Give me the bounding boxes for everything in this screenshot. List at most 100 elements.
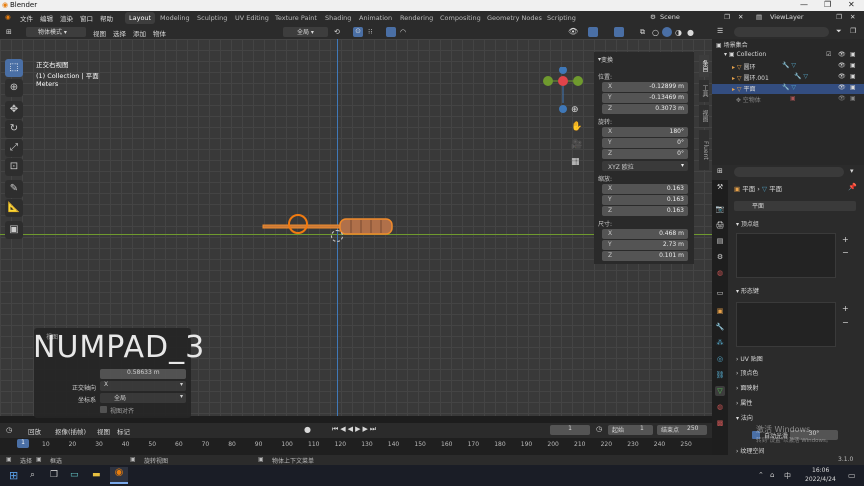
render-tab-icon[interactable]: 📷 — [715, 204, 725, 214]
add-cube-tool-icon[interactable]: ▣ — [5, 221, 23, 239]
section-face-maps[interactable]: › 面映射 — [732, 383, 858, 394]
eye-icon[interactable]: 👁 — [838, 95, 846, 102]
blender-menu-icon[interactable]: ◉ — [5, 13, 11, 21]
scale-tool-icon[interactable]: ⤢ — [5, 139, 23, 157]
section-vertex-colors[interactable]: › 顶点色 — [732, 368, 858, 379]
tab-rendering[interactable]: Rendering — [396, 12, 437, 24]
mesh-name-field[interactable]: 平面 — [734, 201, 856, 211]
outliner-item-plane[interactable]: ▸ ▽ 平面 🔧 ▽ 👁 ▣ — [712, 84, 864, 94]
rotation-y-field[interactable]: Y 0° — [602, 138, 688, 148]
dropdown-icon[interactable]: ▾ — [850, 167, 854, 175]
falloff-icon[interactable]: ◠ — [400, 28, 406, 36]
end-frame-field[interactable]: 结束点 250 — [657, 425, 707, 435]
delete-view-layer-icon[interactable]: ✕ — [850, 13, 855, 21]
tab-uv-editing[interactable]: UV Editing — [231, 12, 273, 24]
texture-tab-icon[interactable]: ▩ — [715, 418, 725, 428]
tab-layout[interactable]: Layout — [125, 12, 156, 24]
physics-tab-icon[interactable]: ◎ — [715, 354, 725, 364]
constraints-tab-icon[interactable]: ⛓ — [715, 370, 725, 380]
checkbox-icon[interactable]: ☑ — [826, 51, 831, 58]
filter-icon[interactable]: ⏷ — [836, 27, 842, 36]
camera-icon[interactable]: ▣ — [850, 62, 856, 69]
section-normals[interactable]: ▾ 法向 — [732, 413, 858, 424]
rendered-shading-icon[interactable]: ● — [687, 28, 694, 37]
menu-help[interactable]: 帮助 — [100, 13, 113, 23]
current-frame-field[interactable]: 1 — [550, 425, 590, 435]
camera-icon[interactable]: ▣ — [850, 73, 856, 80]
section-texture-space[interactable]: › 纹理空间 — [732, 446, 858, 457]
section-attributes[interactable]: › 属性 — [732, 398, 858, 409]
move-tool-icon[interactable]: ✥ — [5, 101, 23, 119]
meeting-icon[interactable]: ▭ — [70, 470, 79, 480]
menu-select[interactable]: 选择 — [113, 28, 126, 38]
location-y-field[interactable]: Y -0.13469 m — [602, 93, 688, 103]
material-shading-icon[interactable]: ◑ — [675, 28, 682, 37]
camera-icon[interactable]: ▣ — [850, 84, 856, 91]
section-vertex-groups[interactable]: ▾ 顶点组 — [732, 219, 858, 230]
scale-y-field[interactable]: Y 0.163 — [602, 195, 688, 205]
menu-add[interactable]: 添加 — [133, 28, 146, 38]
task-view-icon[interactable]: ❐ — [50, 470, 58, 480]
maximize-button[interactable]: ❐ — [824, 0, 831, 9]
snap-icon[interactable]: ⊙ — [353, 27, 363, 37]
menu-window[interactable]: 窗口 — [80, 13, 93, 23]
scale-x-field[interactable]: X 0.163 — [602, 184, 688, 194]
overlay-toggle-icon[interactable] — [614, 27, 624, 37]
outliner-editor-icon[interactable]: ☰ — [717, 27, 723, 35]
rotate-tool-icon[interactable]: ↻ — [5, 120, 23, 138]
marker-menu[interactable]: 标记 — [117, 426, 130, 436]
outliner-item-empty[interactable]: ✥ 空物体 ▣ 👁 ▣ — [712, 95, 864, 105]
visibility-icon[interactable]: 👁 — [568, 27, 578, 36]
playhead[interactable]: 1 — [17, 439, 29, 448]
clock-time[interactable]: 16:06 — [812, 467, 829, 474]
view-layer-tab-icon[interactable]: ▤ — [715, 236, 725, 246]
orientation-dropdown[interactable]: 全局 ▾ — [283, 27, 328, 37]
minimize-button[interactable]: — — [800, 0, 808, 9]
pivot-icon[interactable]: ⟲ — [334, 28, 340, 36]
tab-geometry-nodes[interactable]: Geometry Nodes — [483, 12, 546, 24]
rotation-x-field[interactable]: X 180° — [602, 127, 688, 137]
tab-texture-paint[interactable]: Texture Paint — [271, 12, 321, 24]
outliner-search-input[interactable] — [734, 27, 829, 37]
selected-object-mesh[interactable] — [255, 209, 405, 244]
xray-icon[interactable]: ⧉ — [640, 28, 645, 37]
wireframe-shading-icon[interactable]: ○ — [652, 28, 659, 37]
pan-hand-icon[interactable]: ✋ — [571, 122, 582, 132]
cursor-tool-icon[interactable]: ⊕ — [5, 79, 23, 97]
language-indicator[interactable]: 中 — [784, 471, 791, 481]
search-icon[interactable]: ⌕ — [30, 470, 35, 480]
tab-item[interactable]: 条目 — [699, 55, 709, 77]
align-view-checkbox[interactable] — [100, 406, 107, 413]
close-button[interactable]: ✕ — [848, 0, 855, 9]
network-icon[interactable]: ⌂ — [770, 471, 774, 479]
eye-icon[interactable]: 👁 — [838, 62, 846, 69]
menu-file[interactable]: 文件 — [20, 13, 33, 23]
transform-tool-icon[interactable]: ⊡ — [5, 158, 23, 176]
3d-cursor-icon[interactable] — [331, 230, 343, 242]
record-icon[interactable]: ● — [304, 425, 311, 434]
measure-tool-icon[interactable]: 📐 — [5, 199, 23, 217]
scene-collection-row[interactable]: ▣ 场景集合 — [712, 40, 864, 50]
tray-up-icon[interactable]: ⌃ — [758, 471, 764, 479]
pin-icon[interactable]: 📌 — [848, 183, 857, 191]
tab-tool[interactable]: 工具 — [699, 80, 709, 102]
menu-view[interactable]: 视图 — [93, 28, 106, 38]
object-tab-icon[interactable]: ▣ — [715, 306, 725, 316]
tab-shading[interactable]: Shading — [321, 12, 355, 24]
camera-icon[interactable]: ▣ — [850, 95, 856, 102]
clock-date[interactable]: 2022/4/24 — [805, 476, 836, 483]
modifier-tab-icon[interactable]: 🔧 — [715, 322, 725, 332]
properties-editor-icon[interactable]: ⊞ — [717, 167, 723, 175]
eye-icon[interactable]: 👁 — [838, 84, 846, 91]
mode-dropdown[interactable]: 物体模式 ▾ — [26, 27, 86, 37]
z-field[interactable]: 0.58633 m — [100, 369, 186, 379]
ortho-grid-icon[interactable]: ▦ — [571, 157, 580, 167]
section-uv-maps[interactable]: › UV 贴图 — [732, 354, 858, 365]
view-menu[interactable]: 视图 — [97, 426, 110, 436]
vertex-groups-list[interactable] — [736, 233, 836, 278]
coord-dropdown[interactable]: 全局 ▾ — [100, 393, 186, 403]
proportional-edit-icon[interactable] — [386, 27, 396, 37]
tab-animation[interactable]: Animation — [355, 12, 396, 24]
zoom-icon[interactable]: ⊕ — [571, 105, 579, 115]
rotation-mode-dropdown[interactable]: XYZ 欧拉 ▾ — [602, 161, 688, 171]
